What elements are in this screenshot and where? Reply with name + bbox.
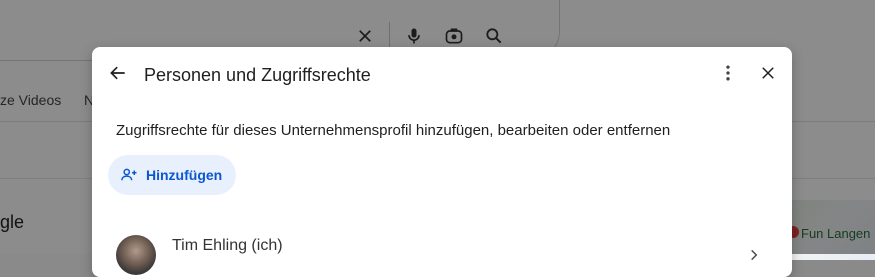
people-access-dialog: Personen und Zugriffsrechte Zugriffsrech… [92, 47, 792, 277]
close-icon [759, 64, 777, 87]
back-button[interactable] [106, 63, 130, 87]
dialog-title: Personen und Zugriffsrechte [144, 65, 371, 85]
arrow-left-icon [108, 63, 128, 88]
person-add-icon [120, 166, 138, 184]
add-person-button[interactable]: Hinzufügen [108, 155, 236, 195]
more-vert-icon [718, 63, 738, 88]
dialog-description: Zugriffsrechte für dieses Unternehmenspr… [116, 122, 671, 139]
user-name: Tim Ehling (ich) [172, 237, 283, 254]
close-button[interactable] [756, 63, 780, 87]
avatar [116, 235, 156, 275]
chevron-right-icon [744, 245, 764, 265]
more-options-button[interactable] [716, 63, 740, 87]
list-item-user[interactable]: Tim Ehling (ich) [92, 227, 792, 277]
add-person-label: Hinzufügen [146, 167, 223, 183]
